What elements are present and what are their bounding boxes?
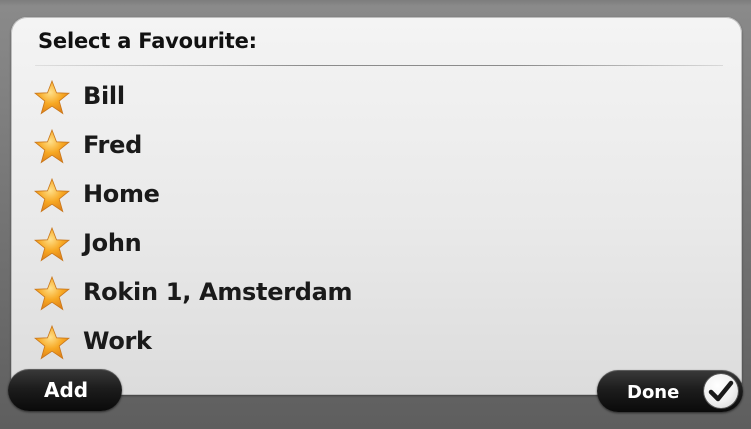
favourites-panel: Select a Favourite: Bill Fred Home John … bbox=[11, 17, 742, 395]
star-icon bbox=[34, 325, 70, 360]
favourite-label: Home bbox=[83, 180, 160, 208]
favourites-list: Bill Fred Home John Rokin 1, Amsterdam W… bbox=[11, 73, 742, 367]
star-icon bbox=[34, 129, 70, 164]
done-button-label: Done bbox=[627, 382, 680, 403]
favourite-label: Rokin 1, Amsterdam bbox=[83, 278, 353, 306]
favourite-item-rokin[interactable]: Rokin 1, Amsterdam bbox=[11, 269, 742, 318]
favourite-label: Work bbox=[83, 327, 152, 355]
favourite-item-john[interactable]: John bbox=[11, 220, 742, 269]
favourite-item-fred[interactable]: Fred bbox=[11, 122, 742, 171]
favourite-item-bill[interactable]: Bill bbox=[11, 73, 742, 122]
done-button[interactable]: Done bbox=[597, 370, 743, 412]
title-divider bbox=[35, 65, 723, 66]
star-icon bbox=[34, 178, 70, 213]
star-icon bbox=[34, 80, 70, 115]
favourite-label: Bill bbox=[83, 82, 125, 110]
favourite-item-work[interactable]: Work bbox=[11, 318, 742, 367]
favourite-label: Fred bbox=[83, 131, 142, 159]
star-icon bbox=[34, 227, 70, 262]
page-title: Select a Favourite: bbox=[38, 29, 257, 53]
favourites-screen: Select a Favourite: Bill Fred Home John … bbox=[0, 0, 751, 429]
star-icon bbox=[34, 276, 70, 311]
add-button-label: Add bbox=[44, 378, 89, 402]
favourite-label: John bbox=[83, 229, 142, 257]
favourite-item-home[interactable]: Home bbox=[11, 171, 742, 220]
add-button[interactable]: Add bbox=[8, 369, 122, 411]
checkmark-icon bbox=[704, 374, 738, 408]
